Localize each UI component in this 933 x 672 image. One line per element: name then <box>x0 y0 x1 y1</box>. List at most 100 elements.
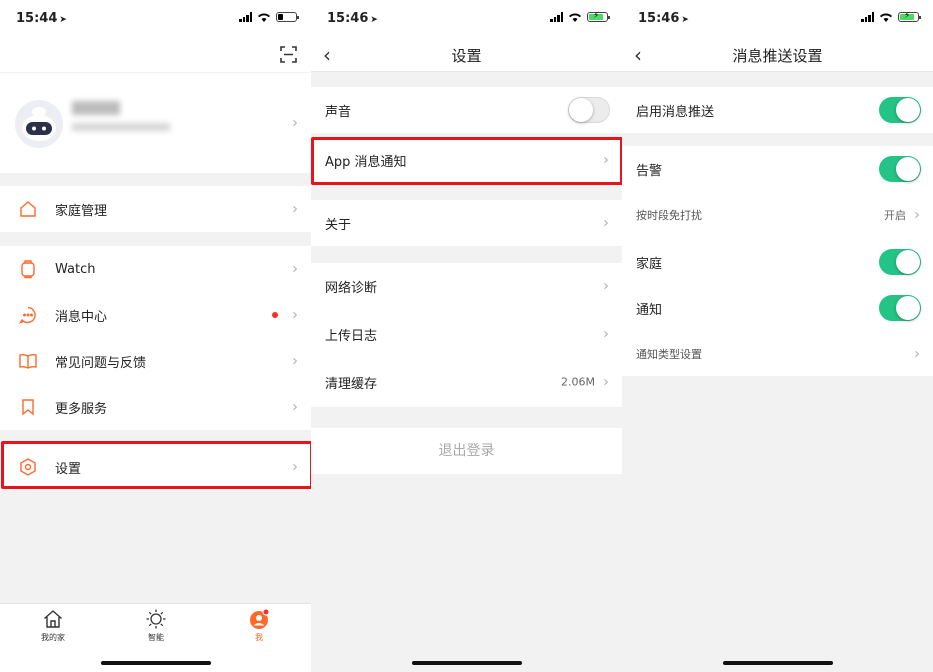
tab-label: 智能 <box>148 633 164 642</box>
menu-label: 家庭管理 <box>55 203 108 219</box>
tab-smart[interactable]: 智能 <box>126 608 186 643</box>
status-bar: 15:46 ➤ ⚡ <box>311 0 622 38</box>
settings-group-tools: 网络诊断 › 上传日志 › 清理缓存 2.06M › <box>311 263 622 407</box>
chevron-right-icon: › <box>292 351 298 370</box>
setting-notification-types[interactable]: 通知类型设置 › <box>622 331 933 377</box>
chevron-right-icon: › <box>914 344 920 363</box>
tab-my-home[interactable]: 我的家 <box>23 608 83 643</box>
setting-label: 声音 <box>325 104 352 120</box>
setting-notice: 通知 <box>622 285 933 331</box>
home-indicator <box>411 661 522 665</box>
home-indicator <box>100 661 211 665</box>
setting-label: 启用消息推送 <box>636 104 715 120</box>
settings-screen: 15:46➤ ⚡ ‹ 设置 声音 App 消息通知 › 关于 › 网络诊断 › <box>311 0 622 672</box>
status-icons: ⚡ <box>861 11 921 22</box>
signal-icon <box>550 12 563 22</box>
menu-label: 更多服务 <box>55 401 108 417</box>
status-icons: ⚡ <box>550 11 610 22</box>
tab-me[interactable]: 我 <box>229 608 289 643</box>
scan-icon[interactable] <box>280 46 297 63</box>
push-settings-screen: 15:46 ➤ ⚡ ‹ 消息推送设置 启用消息推送 告警 按时段免打扰 开启 › … <box>622 0 933 672</box>
highlight-box <box>311 137 622 185</box>
avatar[interactable] <box>15 100 63 148</box>
menu-item-faq[interactable]: 常见问题与反馈 › <box>0 338 311 384</box>
blurred-account <box>72 123 170 131</box>
home-icon <box>20 201 36 217</box>
enable-push-toggle[interactable] <box>879 97 921 123</box>
location-arrow-icon: ➤ <box>681 15 689 25</box>
status-time: 15:46 ➤ <box>638 11 689 26</box>
book-icon <box>19 353 37 369</box>
chevron-right-icon: › <box>292 305 298 324</box>
setting-dnd[interactable]: 按时段免打扰 开启 › <box>622 192 933 238</box>
chevron-right-icon: › <box>603 276 609 295</box>
sun-icon <box>146 609 166 629</box>
setting-label: 网络诊断 <box>325 280 378 296</box>
setting-alarm: 告警 <box>622 146 933 192</box>
status-bar: 15:46 ➤ ⚡ <box>622 0 933 38</box>
status-time: 15:46 ➤ <box>327 11 378 26</box>
profile-card[interactable]: › <box>0 73 311 173</box>
wifi-icon <box>258 13 270 22</box>
menu-item-watch[interactable]: Watch › <box>0 246 311 292</box>
wifi-icon <box>880 13 892 22</box>
setting-network-diagnosis[interactable]: 网络诊断 › <box>311 263 622 309</box>
status-bar: 15:44 ➤ <box>0 0 311 38</box>
menu-group-family: 家庭管理 › <box>0 186 311 232</box>
setting-label: 通知类型设置 <box>636 348 702 361</box>
menu-item-family[interactable]: 家庭管理 › <box>0 186 311 232</box>
setting-label: 清理缓存 <box>325 376 378 392</box>
chevron-right-icon: › <box>292 199 298 218</box>
logout-button[interactable]: 退出登录 <box>311 428 622 474</box>
chevron-right-icon: › <box>292 113 298 132</box>
user-icon <box>250 608 270 629</box>
menu-label: Watch <box>55 261 96 277</box>
page-title: 消息推送设置 <box>732 47 823 65</box>
message-icon <box>18 306 36 324</box>
location-arrow-icon: ➤ <box>370 15 378 25</box>
family-toggle[interactable] <box>879 249 921 275</box>
setting-label: 通知 <box>636 302 663 318</box>
menu-item-more-services[interactable]: 更多服务 › <box>0 384 311 430</box>
signal-icon <box>861 12 874 22</box>
chevron-right-icon: › <box>603 213 609 232</box>
tab-label: 我 <box>255 633 263 642</box>
notice-toggle[interactable] <box>879 295 921 321</box>
push-group-master: 启用消息推送 <box>622 87 933 133</box>
menu-item-messages[interactable]: 消息中心 › <box>0 292 311 338</box>
chevron-right-icon: › <box>292 397 298 416</box>
house-icon <box>44 610 62 628</box>
setting-clear-cache[interactable]: 清理缓存 2.06M › <box>311 359 622 405</box>
page-title: 设置 <box>451 47 482 65</box>
robot-avatar-icon <box>22 107 56 141</box>
sound-toggle[interactable] <box>568 97 610 123</box>
setting-about[interactable]: 关于 › <box>311 200 622 246</box>
watch-icon <box>21 260 35 279</box>
chevron-right-icon: › <box>914 205 920 224</box>
chevron-right-icon: › <box>603 372 609 391</box>
status-icons <box>239 12 299 22</box>
bookmark-icon <box>22 399 34 416</box>
menu-label: 消息中心 <box>55 309 108 325</box>
nav-bar: ‹ 设置 <box>311 38 622 72</box>
alarm-toggle[interactable] <box>879 156 921 182</box>
setting-label: 按时段免打扰 <box>636 209 702 222</box>
setting-label: 关于 <box>325 217 352 233</box>
battery-charging-icon: ⚡ <box>587 11 610 22</box>
chevron-right-icon: › <box>603 324 609 343</box>
settings-group-about: 关于 › <box>311 200 622 246</box>
setting-label: 告警 <box>636 163 663 179</box>
setting-family: 家庭 <box>622 239 933 285</box>
tab-label: 我的家 <box>41 633 65 642</box>
setting-enable-push: 启用消息推送 <box>622 87 933 133</box>
menu-label: 常见问题与反馈 <box>55 355 147 371</box>
nav-bar: ‹ 消息推送设置 <box>622 38 933 72</box>
cache-size: 2.06M <box>561 375 595 389</box>
profile-screen: 15:44 ➤ › 家庭管理 › Watch › 消息中心 › 常见问题与反馈 … <box>0 0 311 672</box>
settings-group-sound: 声音 <box>311 87 622 133</box>
signal-icon <box>239 12 252 22</box>
wifi-icon <box>569 13 581 22</box>
setting-upload-log[interactable]: 上传日志 › <box>311 311 622 357</box>
highlight-box <box>1 441 311 489</box>
chevron-right-icon: › <box>292 259 298 278</box>
